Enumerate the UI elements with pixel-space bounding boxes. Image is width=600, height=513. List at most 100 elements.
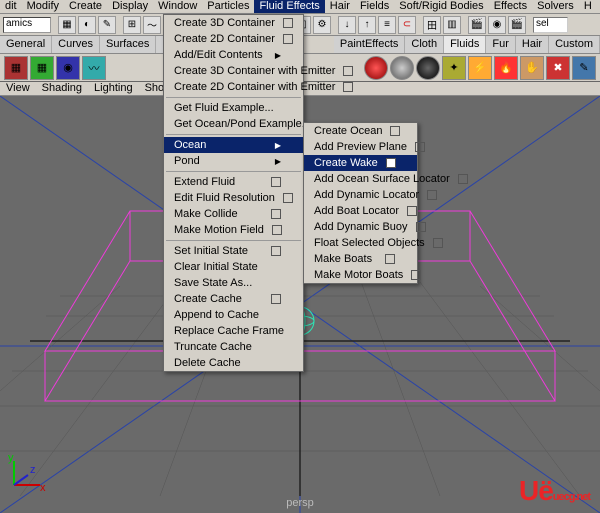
option-box-icon[interactable] xyxy=(271,246,281,256)
layout-icon[interactable]: 田 xyxy=(423,16,441,34)
menu-item[interactable]: Truncate Cache xyxy=(164,339,303,355)
option-box-icon[interactable] xyxy=(411,270,421,280)
tab-curves[interactable]: Curves xyxy=(52,36,100,53)
menu-fields[interactable]: Fields xyxy=(355,0,394,13)
clip-icon[interactable]: 🎬 xyxy=(468,16,486,34)
shelf-ocean-icon[interactable]: 〰 xyxy=(82,56,106,80)
menu-item[interactable]: Create Cache xyxy=(164,291,303,307)
menu-item[interactable]: Float Selected Objects xyxy=(304,235,417,251)
menu-item[interactable]: Create Wake xyxy=(304,155,417,171)
snap-curve-icon[interactable]: 〜 xyxy=(143,16,161,34)
option-box-icon[interactable] xyxy=(272,225,282,235)
menu-particles[interactable]: Particles xyxy=(202,0,254,13)
menu-soft-rigid[interactable]: Soft/Rigid Bodies xyxy=(394,0,488,13)
menu-item[interactable]: Set Initial State xyxy=(164,243,303,259)
magnet-icon[interactable]: ⊂ xyxy=(398,16,416,34)
render-globals-icon[interactable]: ⚙ xyxy=(313,16,331,34)
menu-display[interactable]: Display xyxy=(107,0,153,13)
sel-field[interactable]: sel xyxy=(533,17,568,33)
tool-lasso-icon[interactable]: ◐ xyxy=(78,16,96,34)
option-box-icon[interactable] xyxy=(386,158,396,168)
option-box-icon[interactable] xyxy=(390,126,400,136)
option-box-icon[interactable] xyxy=(271,294,281,304)
panel-lighting[interactable]: Lighting xyxy=(88,82,139,95)
menu-item[interactable]: Create Ocean xyxy=(304,123,417,139)
shelf-hand-icon[interactable]: ✋ xyxy=(520,56,544,80)
menu-item[interactable]: Add Dynamic Locator xyxy=(304,187,417,203)
shelf-fluid2d-icon[interactable]: ▦ xyxy=(30,56,54,80)
snap-grid-icon[interactable]: ⊞ xyxy=(123,16,141,34)
menu-item[interactable]: Create 3D Container xyxy=(164,15,303,31)
option-box-icon[interactable] xyxy=(407,206,417,216)
graph-icon[interactable]: ≡ xyxy=(378,16,396,34)
menu-hair[interactable]: Hair xyxy=(325,0,355,13)
option-box-icon[interactable] xyxy=(271,177,281,187)
option-box-icon[interactable] xyxy=(271,209,281,219)
menu-item[interactable]: Make Boats xyxy=(304,251,417,267)
shelf-wand-icon[interactable]: ✦ xyxy=(442,56,466,80)
input-icon[interactable]: ↓ xyxy=(338,16,356,34)
output-icon[interactable]: ↑ xyxy=(358,16,376,34)
hypershade-icon[interactable]: ◉ xyxy=(488,16,506,34)
menu-item[interactable]: Get Fluid Example... xyxy=(164,100,303,116)
menu-item[interactable]: Replace Cache Frame xyxy=(164,323,303,339)
menu-item[interactable]: Extend Fluid xyxy=(164,174,303,190)
tab-surfaces[interactable]: Surfaces xyxy=(100,36,156,53)
tab-fur[interactable]: Fur xyxy=(486,36,516,53)
menu-item[interactable]: Add Dynamic Buoy xyxy=(304,219,417,235)
menu-item[interactable]: Make Collide xyxy=(164,206,303,222)
shelf-emitter-icon[interactable]: ◉ xyxy=(56,56,80,80)
shelf-fluid3d-icon[interactable]: ▦ xyxy=(4,56,28,80)
option-box-icon[interactable] xyxy=(416,222,426,232)
layout2-icon[interactable]: ▥ xyxy=(443,16,461,34)
option-box-icon[interactable] xyxy=(458,174,468,184)
menu-effects[interactable]: Effects xyxy=(489,0,532,13)
menu-item[interactable]: Add Preview Plane xyxy=(304,139,417,155)
tab-cloth[interactable]: Cloth xyxy=(405,36,444,53)
panel-shading[interactable]: Shading xyxy=(36,82,88,95)
tool-select-icon[interactable]: ▦ xyxy=(58,16,76,34)
menu-item[interactable]: Make Motion Field xyxy=(164,222,303,238)
menu-modify[interactable]: Modify xyxy=(22,0,64,13)
menu-item[interactable]: Pond▶ xyxy=(164,153,303,169)
menu-item[interactable]: Ocean▶ xyxy=(164,137,303,153)
menu-item[interactable]: Edit Fluid Resolution xyxy=(164,190,303,206)
option-box-icon[interactable] xyxy=(283,193,293,203)
shelf-brush-icon[interactable]: ✎ xyxy=(572,56,596,80)
option-box-icon[interactable] xyxy=(283,18,293,28)
option-box-icon[interactable] xyxy=(343,66,353,76)
tab-custom[interactable]: Custom xyxy=(549,36,600,53)
option-box-icon[interactable] xyxy=(385,254,395,264)
menu-help[interactable]: H xyxy=(579,0,597,13)
tab-fluids[interactable]: Fluids xyxy=(444,36,486,53)
option-box-icon[interactable] xyxy=(433,238,443,248)
option-box-icon[interactable] xyxy=(415,142,425,152)
shelf-fire-icon[interactable]: 🔥 xyxy=(494,56,518,80)
shelf-cancel-icon[interactable]: ✖ xyxy=(546,56,570,80)
tool-paint-icon[interactable]: ✎ xyxy=(98,16,116,34)
menu-item[interactable]: Create 2D Container xyxy=(164,31,303,47)
menu-item[interactable]: Add/Edit Contents▶ xyxy=(164,47,303,63)
menu-solvers[interactable]: Solvers xyxy=(532,0,579,13)
menu-window[interactable]: Window xyxy=(153,0,202,13)
option-box-icon[interactable] xyxy=(343,82,353,92)
shelf-sphere-gray-icon[interactable] xyxy=(390,56,414,80)
menu-item[interactable]: Delete Cache xyxy=(164,355,303,371)
tab-hair[interactable]: Hair xyxy=(516,36,549,53)
clapper-icon[interactable]: 🎬 xyxy=(508,16,526,34)
shelf-sphere-black-icon[interactable] xyxy=(416,56,440,80)
menu-item[interactable]: Make Motor Boats xyxy=(304,267,417,283)
menu-item[interactable]: Append to Cache xyxy=(164,307,303,323)
menu-create[interactable]: Create xyxy=(64,0,107,13)
menu-fluid-effects[interactable]: Fluid Effects xyxy=(254,0,324,13)
menu-item[interactable]: Add Boat Locator xyxy=(304,203,417,219)
option-box-icon[interactable] xyxy=(283,34,293,44)
tab-painteffects[interactable]: PaintEffects xyxy=(334,36,406,53)
shelf-bolt-icon[interactable]: ⚡ xyxy=(468,56,492,80)
menu-item[interactable]: Create 2D Container with Emitter xyxy=(164,79,303,95)
option-box-icon[interactable] xyxy=(427,190,437,200)
shelf-sphere-red-icon[interactable] xyxy=(364,56,388,80)
menu-item[interactable]: Save State As... xyxy=(164,275,303,291)
mode-dropdown[interactable]: amics xyxy=(3,17,51,33)
menu-item[interactable]: Add Ocean Surface Locator xyxy=(304,171,417,187)
